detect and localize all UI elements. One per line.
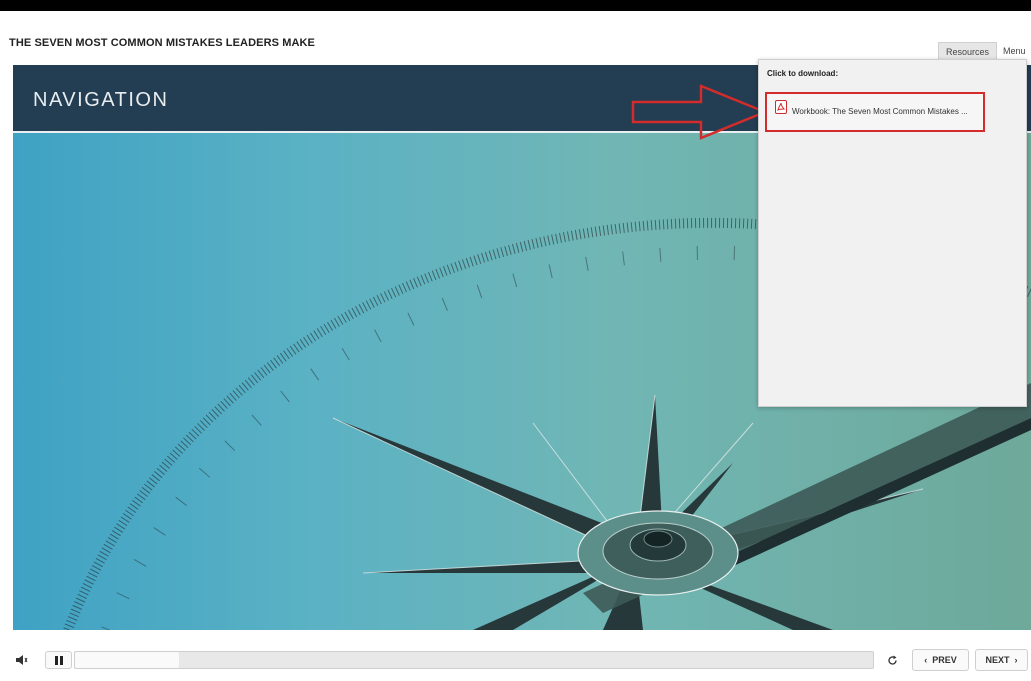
panel-label: Click to download: (767, 69, 839, 78)
prev-button[interactable]: ‹ PREV (912, 649, 969, 671)
player-controls: ‹ PREV NEXT › (0, 636, 1031, 681)
top-rule (0, 0, 1031, 11)
progress-bar[interactable] (74, 651, 874, 669)
next-label: NEXT (985, 655, 1010, 665)
chevron-left-icon: ‹ (924, 655, 928, 665)
next-button[interactable]: NEXT › (975, 649, 1028, 671)
pause-icon (54, 655, 63, 665)
tab-menu[interactable]: Menu (997, 42, 1031, 60)
resource-download-link[interactable]: Workbook: The Seven Most Common Mistakes… (765, 92, 985, 132)
speaker-icon (16, 655, 28, 665)
replay-icon (887, 655, 897, 665)
progress-fill (75, 652, 179, 668)
course-player: THE SEVEN MOST COMMON MISTAKES LEADERS M… (0, 0, 1031, 681)
tab-resources[interactable]: Resources (938, 42, 997, 60)
compass-hub (577, 510, 739, 596)
resource-title: Workbook: The Seven Most Common Mistakes… (792, 107, 968, 116)
pdf-icon (775, 100, 787, 114)
highlight-arrow-icon (631, 84, 769, 140)
prev-label: PREV (932, 655, 957, 665)
pause-button[interactable] (45, 651, 72, 669)
resources-panel: Click to download: Workbook: The Seven M… (758, 59, 1027, 407)
volume-button[interactable] (12, 651, 32, 669)
slide-title: NAVIGATION (33, 89, 169, 111)
chevron-right-icon: › (1014, 655, 1018, 665)
course-title: THE SEVEN MOST COMMON MISTAKES LEADERS M… (9, 37, 315, 49)
replay-button[interactable] (882, 651, 902, 669)
